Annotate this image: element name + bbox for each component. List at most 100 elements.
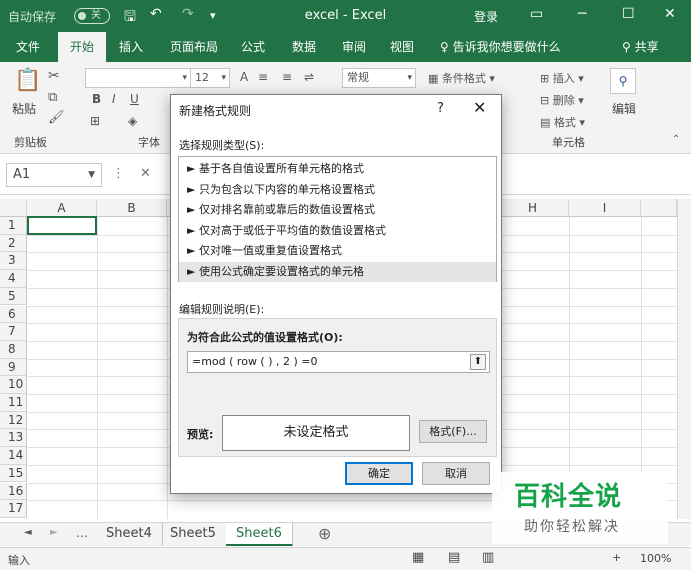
border-icon[interactable]: ⊞	[90, 114, 100, 128]
sheet-tab-sheet4[interactable]: Sheet4	[96, 523, 163, 546]
editing-button[interactable]: 编辑	[612, 100, 636, 117]
row-header[interactable]: 6	[0, 305, 27, 324]
rule-type-item-selected[interactable]: ► 使用公式确定要设置格式的单元格	[179, 261, 496, 282]
tab-file[interactable]: 文件	[16, 32, 40, 62]
select-all-corner[interactable]	[0, 199, 27, 217]
increase-font-icon[interactable]: A	[240, 70, 248, 84]
tell-me-search[interactable]: ♀ 告诉我你想要做什么	[440, 32, 561, 62]
number-format-combo[interactable]: 常规 ▾	[342, 68, 416, 88]
row-header[interactable]: 14	[0, 447, 27, 465]
tab-home[interactable]: 开始	[58, 32, 107, 62]
person-icon: ⚲	[622, 40, 635, 54]
add-sheet-icon[interactable]: ⊕	[318, 524, 331, 543]
minimize-icon[interactable]: ─	[578, 6, 586, 22]
insert-cells-button[interactable]: ⊞ 插入 ▾	[540, 70, 584, 86]
zoom-in-icon[interactable]: +	[612, 551, 621, 564]
paste-icon[interactable]: 📋	[14, 68, 41, 93]
maximize-icon[interactable]: ☐	[622, 6, 635, 22]
format-button[interactable]: 格式(F)...	[419, 420, 487, 443]
column-header-b[interactable]: B	[97, 199, 167, 217]
bold-icon[interactable]: B	[92, 92, 101, 106]
lightbulb-icon: ♀	[440, 40, 453, 54]
column-header-h[interactable]: H	[497, 199, 569, 217]
copy-icon[interactable]: ⧉	[48, 90, 57, 105]
decrease-font-icon[interactable]: ≡	[258, 70, 268, 84]
format-icon: ▤	[540, 116, 554, 129]
format-painter-icon[interactable]: 🖌	[48, 110, 65, 125]
format-cells-button[interactable]: ▤ 格式 ▾	[540, 114, 585, 130]
row-header[interactable]: 4	[0, 270, 27, 288]
vertical-scrollbar[interactable]	[677, 199, 691, 519]
ok-button[interactable]: 确定	[345, 462, 413, 485]
row-header[interactable]: 11	[0, 394, 27, 412]
autosave-label: 自动保存	[8, 10, 57, 24]
tab-view[interactable]: 视图	[390, 32, 414, 62]
help-button[interactable]: ?	[437, 101, 444, 116]
sheet-tab-sheet6[interactable]: Sheet6	[226, 523, 293, 546]
italic-icon[interactable]: I	[112, 92, 116, 106]
row-header[interactable]: 15	[0, 464, 27, 483]
row-header[interactable]: 16	[0, 482, 27, 501]
rule-type-item[interactable]: ► 基于各自值设置所有单元格的格式	[179, 159, 496, 180]
sheet-tab-sheet5[interactable]: Sheet5	[160, 523, 227, 546]
row-header[interactable]: 2	[0, 234, 27, 253]
save-icon[interactable]: 🖫	[124, 6, 136, 30]
row-header[interactable]: 17	[0, 500, 27, 518]
ribbon-display-icon[interactable]: ▭	[530, 6, 543, 22]
close-icon[interactable]: ✕	[473, 98, 486, 117]
rule-type-item[interactable]: ► 仅对唯一值或重复值设置格式	[179, 241, 496, 262]
delete-cells-button[interactable]: ⊟ 删除 ▾	[540, 92, 584, 108]
paste-label[interactable]: 粘贴	[12, 100, 36, 117]
wrap-text-icon[interactable]: ⇌	[304, 70, 314, 84]
page-break-view-icon[interactable]: ▥	[482, 550, 494, 565]
tab-page-layout[interactable]: 页面布局	[170, 32, 218, 62]
font-name-combo[interactable]: ▾	[85, 68, 191, 88]
row-header[interactable]: 10	[0, 376, 27, 394]
autosave-toggle[interactable]: 关	[74, 8, 110, 24]
cut-icon[interactable]: ✂	[48, 68, 60, 84]
rule-type-item[interactable]: ► 仅对高于或低于平均值的数值设置格式	[179, 221, 496, 242]
undo-icon[interactable]: ↶	[150, 6, 162, 22]
name-box[interactable]: A1 ▼	[6, 163, 102, 187]
row-header[interactable]: 3	[0, 252, 27, 271]
normal-view-icon[interactable]: ▦	[412, 550, 424, 565]
tab-insert[interactable]: 插入	[119, 32, 143, 62]
tab-formulas[interactable]: 公式	[241, 32, 265, 62]
cancel-button[interactable]: 取消	[422, 462, 490, 485]
tab-review[interactable]: 审阅	[342, 32, 366, 62]
active-cell-a1[interactable]	[27, 216, 97, 235]
row-header[interactable]: 13	[0, 429, 27, 448]
row-header[interactable]: 8	[0, 340, 27, 359]
close-window-icon[interactable]: ✕	[664, 6, 676, 22]
row-header[interactable]: 9	[0, 358, 27, 377]
cancel-entry-icon[interactable]: ✕	[140, 166, 151, 181]
rule-type-item[interactable]: ► 只为包含以下内容的单元格设置格式	[179, 180, 496, 201]
customize-qat-icon[interactable]: ▾	[210, 9, 216, 22]
column-header-i[interactable]: I	[569, 199, 641, 217]
collapse-dialog-icon[interactable]: ⬆	[470, 354, 486, 370]
row-header[interactable]: 1	[0, 217, 27, 235]
more-sheets-icon[interactable]: …	[76, 526, 88, 540]
font-size-combo[interactable]: 12 ▾	[190, 68, 230, 88]
scroll-left-icon[interactable]: ◄	[24, 527, 32, 538]
column-header-a[interactable]: A	[27, 199, 97, 217]
zoom-level[interactable]: 100%	[640, 552, 671, 565]
conditional-format-button[interactable]: ▦ 条件格式 ▾	[428, 70, 495, 86]
delete-icon: ⊟	[540, 94, 553, 107]
collapse-ribbon-icon[interactable]: ⌃	[672, 134, 680, 145]
row-header[interactable]: 7	[0, 323, 27, 341]
formula-input[interactable]: =mod ( row ( ) , 2 ) =0 ⬆	[187, 351, 490, 373]
share-button[interactable]: ⚲ 共享	[622, 32, 659, 62]
scroll-right-icon[interactable]: ►	[50, 527, 58, 538]
tab-data[interactable]: 数据	[292, 32, 316, 62]
page-layout-view-icon[interactable]: ▤	[448, 550, 460, 565]
search-icon[interactable]: ⚲	[610, 68, 636, 94]
underline-icon[interactable]: U	[130, 92, 139, 106]
row-header[interactable]: 5	[0, 287, 27, 306]
rule-type-item[interactable]: ► 仅对排名靠前或靠后的数值设置格式	[179, 200, 496, 221]
login-button[interactable]: 登录	[474, 8, 498, 25]
fill-color-icon[interactable]: ◈	[128, 114, 137, 128]
redo-icon[interactable]: ↷	[182, 6, 194, 22]
row-header[interactable]: 12	[0, 411, 27, 430]
align-icon[interactable]: ≡	[282, 70, 292, 84]
